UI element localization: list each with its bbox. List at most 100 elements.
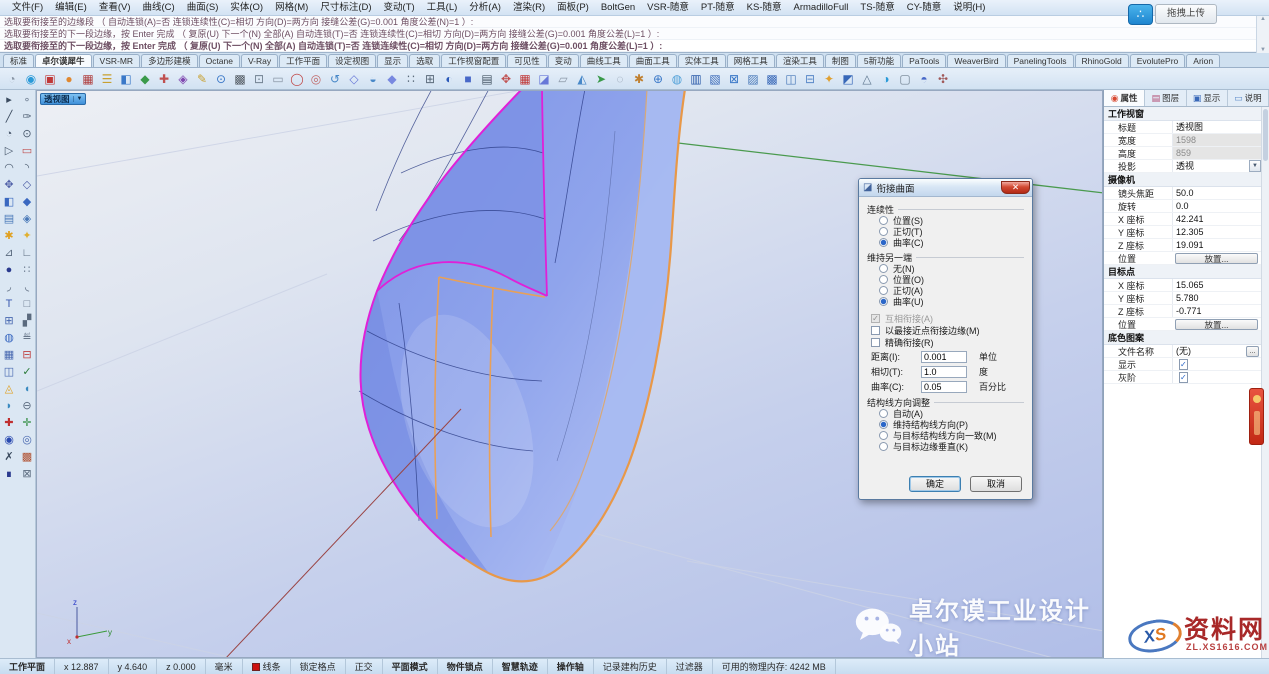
- panel-row-value[interactable]: 15.065: [1172, 279, 1261, 291]
- radio-icon[interactable]: [879, 216, 888, 225]
- command-scrollbar[interactable]: ▲ ▼: [1256, 16, 1269, 53]
- toolbar-icon[interactable]: ◯: [289, 71, 305, 87]
- toolbar-tab[interactable]: PanelingTools: [1007, 54, 1074, 67]
- toolbar-icon[interactable]: ●: [61, 71, 77, 87]
- menu-item[interactable]: VSR-随意: [641, 0, 695, 16]
- checkbox-icon[interactable]: ✓: [871, 314, 880, 323]
- tool-icon[interactable]: ✚: [1, 415, 17, 431]
- tool-icon[interactable]: ▩: [19, 449, 35, 465]
- radio-icon[interactable]: [879, 420, 888, 429]
- tool-icon[interactable]: ◖: [19, 381, 35, 397]
- toolbar-tab[interactable]: 卓尔谟犀牛: [35, 54, 92, 67]
- panel-tab[interactable]: ▤图层: [1145, 90, 1186, 106]
- toolbar-icon[interactable]: ◈: [175, 71, 191, 87]
- viewport-title-tab[interactable]: 透视图 ▼: [40, 93, 86, 105]
- menu-item[interactable]: 查看(V): [93, 0, 137, 16]
- toolbar-tab[interactable]: EvolutePro: [1130, 54, 1186, 67]
- toolbar-icon[interactable]: ⊠: [726, 71, 742, 87]
- place-button[interactable]: 放置...: [1175, 319, 1258, 330]
- toolbar-icon[interactable]: ⊡: [251, 71, 267, 87]
- tool-icon[interactable]: ◠: [1, 160, 17, 176]
- toolbar-icon[interactable]: ▤: [479, 71, 495, 87]
- toolbar-icon[interactable]: ⊕: [650, 71, 666, 87]
- toolbar-icon[interactable]: ◍: [669, 71, 685, 87]
- toolbar-icon[interactable]: ◩: [840, 71, 856, 87]
- statusbar-item[interactable]: 毫米: [206, 659, 243, 674]
- toolbar-icon[interactable]: ◪: [536, 71, 552, 87]
- statusbar-item[interactable]: 操作轴: [548, 659, 594, 674]
- menu-item[interactable]: 文件(F): [6, 0, 49, 16]
- statusbar-item[interactable]: 线条: [243, 659, 291, 674]
- tool-icon[interactable]: ✗: [1, 449, 17, 465]
- tool-icon[interactable]: ╱: [1, 109, 17, 125]
- toolbar-icon[interactable]: ◓: [916, 71, 932, 87]
- menu-item[interactable]: KS-随意: [741, 0, 788, 16]
- tool-icon[interactable]: ✑: [19, 109, 35, 125]
- toolbar-tab[interactable]: 工作视窗配置: [441, 54, 506, 67]
- toolbar-icon[interactable]: ◒: [365, 71, 381, 87]
- toolbar-icon[interactable]: ◌: [612, 71, 628, 87]
- tool-icon[interactable]: ⊙: [19, 126, 35, 142]
- statusbar-item[interactable]: x 12.887: [55, 659, 109, 674]
- radio-icon[interactable]: [879, 286, 888, 295]
- toolbar-icon[interactable]: ⊞: [422, 71, 438, 87]
- toolbar-tab[interactable]: 标准: [3, 54, 34, 67]
- menu-item[interactable]: 网格(M): [269, 0, 314, 16]
- tool-icon[interactable]: ◇: [19, 177, 35, 193]
- tool-icon[interactable]: ◔: [1, 126, 17, 142]
- tool-icon[interactable]: ∘: [19, 92, 35, 108]
- tool-icon[interactable]: ≝: [19, 330, 35, 346]
- red-promo-sticker[interactable]: [1249, 388, 1264, 445]
- toolbar-icon[interactable]: △: [859, 71, 875, 87]
- command-line[interactable]: 选取要衔接至的边缘段 （ 自动连锁(A)=否 连锁连续性(C)=相切 方向(D)…: [0, 16, 1256, 28]
- toolbar-icon[interactable]: ▧: [707, 71, 723, 87]
- toolbar-icon[interactable]: ⊟: [802, 71, 818, 87]
- checkbox-option[interactable]: ✓互相衔接(A): [867, 312, 1024, 324]
- drag-upload-button[interactable]: 拖拽上传: [1155, 4, 1217, 24]
- tool-icon[interactable]: T: [1, 296, 17, 312]
- radio-option[interactable]: 曲率(C): [867, 237, 1024, 248]
- precision-input[interactable]: [921, 351, 967, 363]
- command-line[interactable]: 选取要衔接至的下一段边缘，按 Enter 完成 （ 复原(U) 下一个(N) 全…: [0, 40, 1256, 52]
- toolbar-tab[interactable]: 变动: [548, 54, 579, 67]
- toolbar-tab[interactable]: Octane: [199, 54, 240, 67]
- radio-option[interactable]: 位置(O): [867, 274, 1024, 285]
- statusbar-item[interactable]: 工作平面: [0, 659, 55, 674]
- tool-icon[interactable]: ✓: [19, 364, 35, 380]
- radio-option[interactable]: 正切(T): [867, 226, 1024, 237]
- toolbar-icon[interactable]: ◆: [137, 71, 153, 87]
- statusbar-item[interactable]: 正交: [346, 659, 383, 674]
- tool-icon[interactable]: ▸: [1, 92, 17, 108]
- menu-item[interactable]: 分析(A): [463, 0, 507, 16]
- menu-item[interactable]: 变动(T): [378, 0, 421, 16]
- toolbar-icon[interactable]: ◑: [878, 71, 894, 87]
- place-button[interactable]: 放置...: [1175, 253, 1258, 264]
- close-icon[interactable]: ✕: [1001, 181, 1030, 194]
- tool-icon[interactable]: ●: [1, 262, 17, 278]
- tool-icon[interactable]: ◍: [1, 330, 17, 346]
- toolbar-icon[interactable]: ◧: [118, 71, 134, 87]
- toolbar-tab[interactable]: 多边形建模: [141, 54, 198, 67]
- scroll-up-icon[interactable]: ▲: [1260, 16, 1266, 22]
- checkbox-icon[interactable]: [871, 338, 880, 347]
- toolbar-icon[interactable]: ⊙: [213, 71, 229, 87]
- tool-icon[interactable]: ✱: [1, 228, 17, 244]
- tool-icon[interactable]: ▦: [1, 347, 17, 363]
- toolbar-icon[interactable]: ▥: [688, 71, 704, 87]
- toolbar-icon[interactable]: ☰: [99, 71, 115, 87]
- browse-button[interactable]: ...: [1246, 346, 1259, 357]
- panel-tab[interactable]: ▣显示: [1187, 90, 1228, 106]
- toolbar-icon[interactable]: ▢: [897, 71, 913, 87]
- toolbar-tab[interactable]: 工作平面: [279, 54, 327, 67]
- menu-item[interactable]: 编辑(E): [49, 0, 93, 16]
- tool-icon[interactable]: ∎: [1, 466, 17, 482]
- scrollbar-thumb[interactable]: [1263, 109, 1268, 161]
- radio-option[interactable]: 正切(A): [867, 285, 1024, 296]
- toolbar-icon[interactable]: ▱: [555, 71, 571, 87]
- tool-icon[interactable]: ⊠: [19, 466, 35, 482]
- radio-option[interactable]: 曲率(U): [867, 296, 1024, 307]
- statusbar-item[interactable]: 物件锁点: [438, 659, 493, 674]
- toolbar-tab[interactable]: VSR-MR: [93, 54, 141, 67]
- tool-icon[interactable]: ✛: [19, 415, 35, 431]
- toolbar-tab[interactable]: 选取: [409, 54, 440, 67]
